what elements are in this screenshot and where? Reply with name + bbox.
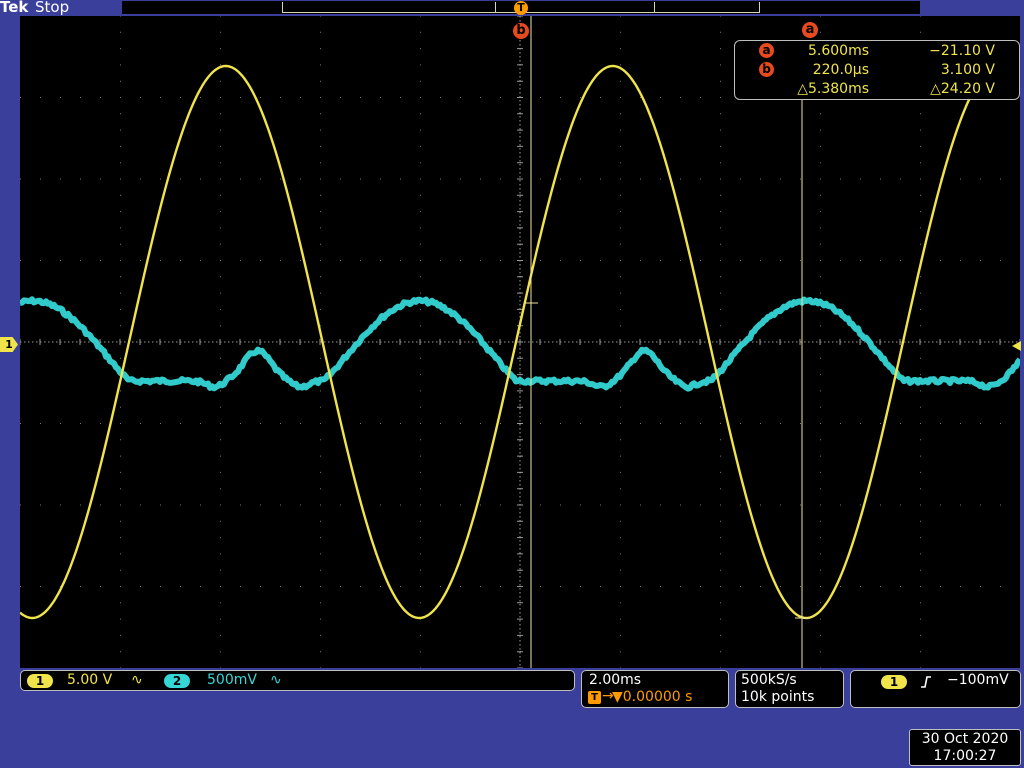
ground-marker-label: 1 [5,338,13,351]
sample-rate: 500kS/s [741,672,797,688]
date-label: 30 Oct 2020 [921,731,1009,747]
record-mark [654,2,655,13]
horizontal-scale[interactable]: 2.00ms [589,672,641,688]
cursor-b-value: 3.100 V [940,62,995,78]
record-mark [495,2,496,13]
trigger-position-icon: T [588,691,601,704]
cursor-delta-value: △24.20 V [930,81,995,97]
cursor-b-row: b 220.0μs 3.100 V [735,61,1019,80]
cursor-b-tag[interactable]: b [513,23,529,39]
channel-2-coupling-icon: ∿ [270,672,282,688]
horizontal-position[interactable]: ▼0.00000 s [612,689,692,705]
cursor-a-badge: a [759,43,774,58]
channel-1-coupling-icon: ∿ [131,672,143,688]
cursor-readout: a 5.600ms −21.10 V b 220.0μs 3.100 V △5.… [734,40,1020,100]
trigger-marker-label: T [517,1,525,14]
graticule [20,16,1020,668]
cursor-delta-row: △5.380ms △24.20 V [735,80,1019,99]
cursor-a-tag[interactable]: a [802,22,818,38]
trigger-level-marker[interactable] [1012,341,1021,351]
trigger-position-marker[interactable]: T [514,1,528,15]
record-length: 10k points [741,689,815,705]
cursor-b-time: 220.0μs [812,62,869,78]
channel-1-chip[interactable]: 1 [27,674,53,688]
acquisition-panel[interactable]: 500kS/s 10k points [735,670,844,708]
trigger-level[interactable]: −100mV [947,672,1009,688]
acquisition-state[interactable]: Stop [35,0,69,16]
channel-2-scale[interactable]: 500mV [207,672,257,688]
waveform-display[interactable] [20,16,1020,668]
channel-1-ground-marker[interactable]: 1 [0,337,18,352]
cursor-delta-time: △5.380ms [797,81,869,97]
time-label: 17:00:27 [933,748,997,764]
trigger-panel[interactable]: 1 −100mV [850,670,1021,708]
channel-2-chip[interactable]: 2 [164,674,190,688]
rising-edge-icon [921,676,931,688]
cursor-a-tag-label: a [805,22,815,37]
datetime-display: 30 Oct 2020 17:00:27 [909,729,1021,766]
horizontal-panel[interactable]: 2.00ms T → ▼0.00000 s [581,670,729,708]
cursor-a-time: 5.600ms [807,43,869,59]
cursor-a-value: −21.10 V [929,43,995,59]
cursor-a-row: a 5.600ms −21.10 V [735,42,1019,61]
channel-1-scale[interactable]: 5.00 V [67,672,112,688]
cursor-b-badge: b [759,62,774,77]
cursor-b-tag-label: b [516,23,526,38]
vertical-scale-panel[interactable]: 1 5.00 V ∿ 2 500mV ∿ [20,670,575,691]
brand-label: Tek [0,0,29,16]
trigger-source-chip[interactable]: 1 [881,675,907,689]
